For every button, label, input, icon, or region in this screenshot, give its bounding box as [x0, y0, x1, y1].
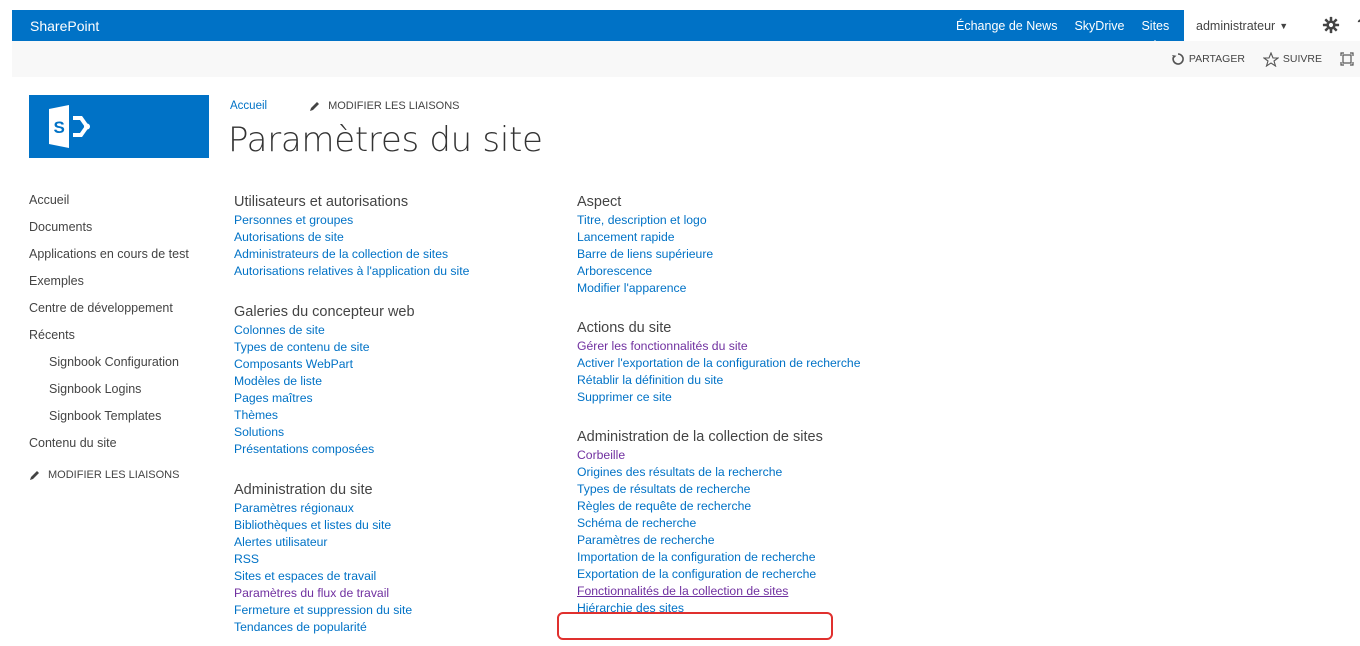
svg-text:S: S — [54, 118, 65, 137]
follow-label: SUIVRE — [1282, 53, 1322, 65]
link-themes[interactable]: Thèmes — [234, 407, 554, 424]
pencil-icon — [310, 101, 320, 111]
section-site-actions: Actions du site Gérer les fonctionnalité… — [577, 319, 877, 406]
breadcrumb-home-link[interactable]: Accueil — [230, 100, 267, 112]
settings-column-left: Utilisateurs et autorisations Personnes … — [234, 193, 554, 636]
link-reset-site-definition[interactable]: Rétablir la définition du site — [577, 372, 877, 389]
suite-bar: SharePoint Échange de News SkyDrive Site… — [12, 10, 1360, 44]
link-manage-site-features[interactable]: Gérer les fonctionnalités du site — [577, 338, 877, 355]
nav-item-signbook-logins[interactable]: Signbook Logins — [29, 381, 214, 398]
nav-edit-links-button[interactable]: MODIFIER LES LIAISONS — [29, 469, 214, 481]
section-title: Aspect — [577, 194, 622, 210]
settings-column-right: Aspect Titre, description et logo Lancem… — [577, 193, 877, 617]
section-title: Administration du site — [234, 482, 373, 498]
section-web-designer-galleries: Galeries du concepteur web Colonnes de s… — [234, 303, 554, 458]
link-search-config-export[interactable]: Exportation de la configuration de reche… — [577, 566, 877, 583]
nav-edit-links-label: MODIFIER LES LIAISONS — [48, 469, 180, 481]
link-change-the-look[interactable]: Modifier l'apparence — [577, 280, 877, 297]
section-title: Utilisateurs et autorisations — [234, 194, 409, 210]
link-enable-search-config-export[interactable]: Activer l'exportation de la configuratio… — [577, 355, 877, 372]
link-composed-looks[interactable]: Présentations composées — [234, 441, 554, 458]
link-workflow-settings[interactable]: Paramètres du flux de travail — [234, 585, 554, 602]
link-site-permissions[interactable]: Autorisations de site — [234, 229, 554, 246]
focus-icon — [1340, 52, 1354, 66]
nav-item-documents[interactable]: Documents — [29, 219, 214, 236]
link-query-rules[interactable]: Règles de requête de recherche — [577, 498, 877, 515]
link-top-link-bar[interactable]: Barre de liens supérieure — [577, 246, 877, 263]
link-user-alerts[interactable]: Alertes utilisateur — [234, 534, 554, 551]
link-solutions[interactable]: Solutions — [234, 424, 554, 441]
chevron-down-icon: ▼ — [1279, 20, 1289, 31]
link-popularity-trends[interactable]: Tendances de popularité — [234, 619, 554, 636]
link-result-types[interactable]: Types de résultats de recherche — [577, 481, 877, 498]
link-collection-admins[interactable]: Administrateurs de la collection de site… — [234, 246, 554, 263]
link-site-columns[interactable]: Colonnes de site — [234, 322, 554, 339]
link-delete-site[interactable]: Supprimer ce site — [577, 389, 877, 406]
link-people-groups[interactable]: Personnes et groupes — [234, 212, 554, 229]
gear-icon[interactable] — [1322, 16, 1340, 34]
section-look-and-feel: Aspect Titre, description et logo Lancem… — [577, 193, 877, 297]
site-logo[interactable]: S — [29, 95, 209, 158]
section-title: Administration de la collection de sites — [577, 429, 823, 445]
link-content-types[interactable]: Types de contenu de site — [234, 339, 554, 356]
quick-launch-nav: Accueil Documents Applications en cours … — [29, 192, 214, 481]
nav-item-home[interactable]: Accueil — [29, 192, 214, 209]
nav-item-apps-testing[interactable]: Applications en cours de test — [29, 246, 214, 263]
star-icon — [1262, 51, 1279, 67]
link-regional-settings[interactable]: Paramètres régionaux — [234, 500, 554, 517]
link-app-permissions[interactable]: Autorisations relatives à l'application … — [234, 263, 554, 280]
section-users-permissions: Utilisateurs et autorisations Personnes … — [234, 193, 554, 280]
link-tree-view[interactable]: Arborescence — [577, 263, 877, 280]
nav-item-recent[interactable]: Récents — [29, 327, 214, 344]
link-quick-launch[interactable]: Lancement rapide — [577, 229, 877, 246]
link-rss[interactable]: RSS — [234, 551, 554, 568]
section-site-collection-administration: Administration de la collection de sites… — [577, 428, 877, 617]
link-site-libraries-lists[interactable]: Bibliothèques et listes du site — [234, 517, 554, 534]
pencil-icon — [30, 470, 39, 480]
brand-label[interactable]: SharePoint — [30, 18, 99, 34]
nav-item-signbook-configuration[interactable]: Signbook Configuration — [29, 354, 214, 371]
section-title: Galeries du concepteur web — [234, 304, 415, 320]
link-list-templates[interactable]: Modèles de liste — [234, 373, 554, 390]
edit-links-button[interactable]: MODIFIER LES LIAISONS — [309, 100, 460, 112]
page-title: Paramètres du site — [228, 120, 543, 160]
nav-item-examples[interactable]: Exemples — [29, 273, 214, 290]
breadcrumb: Accueil MODIFIER LES LIAISONS — [230, 100, 460, 112]
link-site-closure-deletion[interactable]: Fermeture et suppression du site — [234, 602, 554, 619]
follow-button[interactable]: SUIVRE — [1262, 51, 1322, 67]
user-name[interactable]: administrateur — [1196, 19, 1275, 33]
suite-link-news[interactable]: Échange de News — [956, 19, 1057, 33]
link-site-collection-features[interactable]: Fonctionnalités de la collection de site… — [577, 583, 877, 600]
sharepoint-logo-icon: S — [49, 105, 90, 148]
section-site-administration: Administration du site Paramètres région… — [234, 481, 554, 636]
link-master-pages[interactable]: Pages maîtres — [234, 390, 554, 407]
share-label: PARTAGER — [1188, 53, 1245, 65]
nav-item-dev-center[interactable]: Centre de développement — [29, 300, 214, 317]
suite-link-skydrive[interactable]: SkyDrive — [1074, 19, 1124, 33]
suite-link-sites[interactable]: Sites — [1141, 19, 1169, 44]
link-recycle-bin[interactable]: Corbeille — [577, 447, 877, 464]
link-search-config-import[interactable]: Importation de la configuration de reche… — [577, 549, 877, 566]
link-title-description-logo[interactable]: Titre, description et logo — [577, 212, 877, 229]
share-button[interactable]: PARTAGER — [1171, 52, 1245, 66]
link-result-sources[interactable]: Origines des résultats de la recherche — [577, 464, 877, 481]
ribbon-bar: PARTAGER SUIVRE — [12, 41, 1360, 77]
link-search-settings[interactable]: Paramètres de recherche — [577, 532, 877, 549]
user-menu[interactable]: administrateur ▼ ? — [1184, 10, 1360, 41]
nav-item-signbook-templates[interactable]: Signbook Templates — [29, 408, 214, 425]
link-sites-workspaces[interactable]: Sites et espaces de travail — [234, 568, 554, 585]
share-icon — [1171, 53, 1184, 65]
focus-on-content-button[interactable] — [1340, 52, 1358, 66]
link-search-schema[interactable]: Schéma de recherche — [577, 515, 877, 532]
ribbon-actions: PARTAGER SUIVRE — [1171, 41, 1360, 77]
link-web-parts[interactable]: Composants WebPart — [234, 356, 554, 373]
edit-links-label: MODIFIER LES LIAISONS — [328, 100, 460, 112]
section-title: Actions du site — [577, 320, 672, 336]
nav-item-site-contents[interactable]: Contenu du site — [29, 435, 214, 452]
link-site-hierarchy[interactable]: Hiérarchie des sites — [577, 600, 877, 617]
suite-links: Échange de News SkyDrive Sites — [956, 10, 1186, 44]
